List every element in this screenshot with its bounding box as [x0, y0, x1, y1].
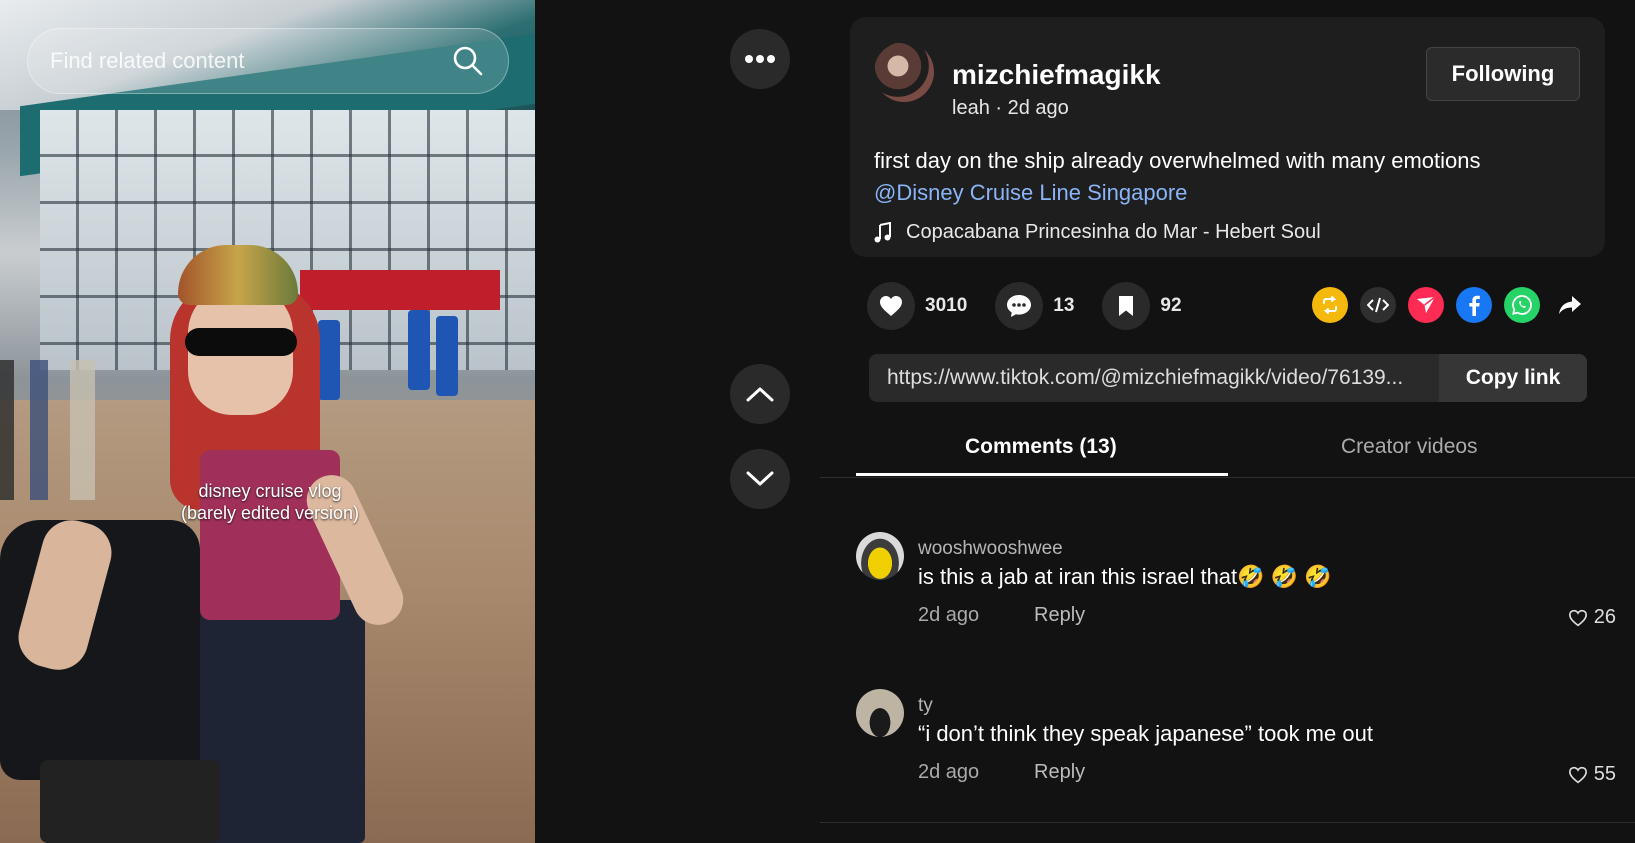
facebook-icon	[1469, 295, 1480, 316]
video-caption-line: disney cruise vlog	[198, 481, 342, 501]
copy-link-button[interactable]: Copy link	[1439, 354, 1587, 402]
engagement-stats: 3010 13 92	[867, 282, 1210, 330]
comment-input-area	[820, 822, 1635, 843]
avatar[interactable]	[874, 42, 934, 102]
chevron-up-icon	[746, 387, 774, 402]
send-to-friends-button[interactable]	[1408, 287, 1444, 323]
video-caption-overlay: disney cruise vlog (barely edited versio…	[140, 480, 400, 524]
facebook-share-button[interactable]	[1456, 287, 1492, 323]
heart-outline-icon	[1568, 609, 1587, 626]
save-stat: 92	[1102, 282, 1182, 330]
whatsapp-icon	[1512, 295, 1532, 315]
panel-tabs: Comments (13) Creator videos	[820, 425, 1635, 478]
mention-link[interactable]: @Disney Cruise Line Singapore	[874, 177, 1584, 209]
music-note-icon	[874, 221, 891, 242]
comment-username[interactable]: ty	[918, 695, 933, 717]
comment-like-count: 26	[1593, 606, 1616, 628]
video-scene-red-banner	[300, 270, 500, 310]
save-button[interactable]	[1102, 282, 1151, 330]
like-count: 3010	[925, 295, 968, 316]
repost-button[interactable]	[1312, 287, 1348, 323]
video-player[interactable]: disney cruise vlog (barely edited versio…	[0, 0, 535, 843]
video-scene-blue-flag	[318, 320, 340, 400]
copy-link-box: https://www.tiktok.com/@mizchiefmagikk/v…	[869, 354, 1587, 402]
video-url[interactable]: https://www.tiktok.com/@mizchiefmagikk/v…	[869, 354, 1439, 402]
following-button[interactable]: Following	[1426, 47, 1580, 101]
video-scene-blue-flag	[408, 310, 430, 390]
comment-text: is this a jab at iran this israel that🤣 …	[918, 564, 1332, 589]
bookmark-icon	[1119, 296, 1134, 316]
comment-like-count: 55	[1593, 763, 1616, 785]
like-stat: 3010	[867, 282, 967, 330]
repost-icon	[1323, 296, 1337, 314]
avatar[interactable]	[856, 532, 904, 580]
search-icon[interactable]	[452, 45, 484, 77]
post-description: first day on the ship already overwhelme…	[874, 145, 1584, 209]
reply-button[interactable]: Reply	[1034, 761, 1085, 784]
heart-icon	[880, 296, 902, 316]
more-horizontal-icon	[745, 55, 775, 63]
music-title: Copacabana Princesinha do Mar - Hebert S…	[906, 221, 1321, 243]
video-scene-background-people	[0, 360, 150, 500]
like-button[interactable]	[867, 282, 915, 330]
post-info-card: mizchiefmagikk leah · 2d ago Following f…	[850, 17, 1605, 257]
video-area: disney cruise vlog (barely edited versio…	[0, 0, 820, 843]
comment-time: 2d ago	[918, 761, 980, 783]
comment-like-button[interactable]: 55	[1568, 763, 1616, 786]
whatsapp-share-button[interactable]	[1504, 287, 1540, 323]
comment-time: 2d ago	[918, 604, 980, 626]
video-caption-line: (barely edited version)	[180, 503, 360, 523]
comment-item: ty “i don’t think they speak japanese” t…	[856, 689, 1616, 789]
comment-count: 13	[1053, 295, 1075, 316]
embed-button[interactable]	[1360, 287, 1396, 323]
share-arrow-icon	[1559, 296, 1581, 314]
author-meta: leah · 2d ago	[952, 97, 1069, 120]
send-icon	[1417, 296, 1436, 313]
avatar[interactable]	[856, 689, 904, 737]
embed-icon	[1367, 297, 1389, 313]
save-count: 92	[1160, 295, 1182, 316]
reply-button[interactable]: Reply	[1034, 604, 1085, 627]
video-scene-blue-flag	[436, 316, 458, 396]
chevron-down-icon	[746, 471, 774, 486]
author-display-name: leah	[952, 97, 990, 119]
active-tab-indicator	[856, 473, 1228, 476]
video-scene-top	[200, 450, 340, 620]
video-scene-pants	[195, 600, 365, 843]
music-info[interactable]: Copacabana Princesinha do Mar - Hebert S…	[874, 221, 1321, 244]
author-username[interactable]: mizchiefmagikk	[952, 59, 1161, 91]
comment-stat: 13	[995, 282, 1074, 330]
next-video-button[interactable]	[730, 449, 790, 509]
comment-bubble-icon	[1007, 295, 1032, 317]
more-options-button[interactable]	[730, 29, 790, 89]
previous-video-button[interactable]	[730, 364, 790, 424]
heart-outline-icon	[1568, 766, 1587, 783]
description-text: first day on the ship already overwhelme…	[874, 148, 1481, 173]
comment-like-button[interactable]: 26	[1568, 606, 1616, 629]
comment-username[interactable]: wooshwooshwee	[918, 538, 1063, 560]
related-search-box	[27, 28, 509, 94]
more-share-button[interactable]	[1552, 287, 1588, 323]
video-scene-sunglasses	[185, 328, 297, 356]
tab-comments[interactable]: Comments (13)	[965, 435, 1117, 459]
comment-text: “i don’t think they speak japanese” took…	[918, 721, 1373, 746]
video-scene-suitcase	[40, 760, 220, 843]
share-row	[1312, 287, 1588, 323]
tab-creator-videos[interactable]: Creator videos	[1341, 435, 1478, 459]
comment-button[interactable]	[995, 282, 1044, 330]
search-input[interactable]	[28, 48, 428, 74]
meta-separator: ·	[989, 97, 1008, 119]
details-panel: mizchiefmagikk leah · 2d ago Following f…	[820, 0, 1635, 843]
post-date: 2d ago	[1007, 97, 1069, 119]
comment-item: wooshwooshwee is this a jab at iran this…	[856, 532, 1616, 632]
